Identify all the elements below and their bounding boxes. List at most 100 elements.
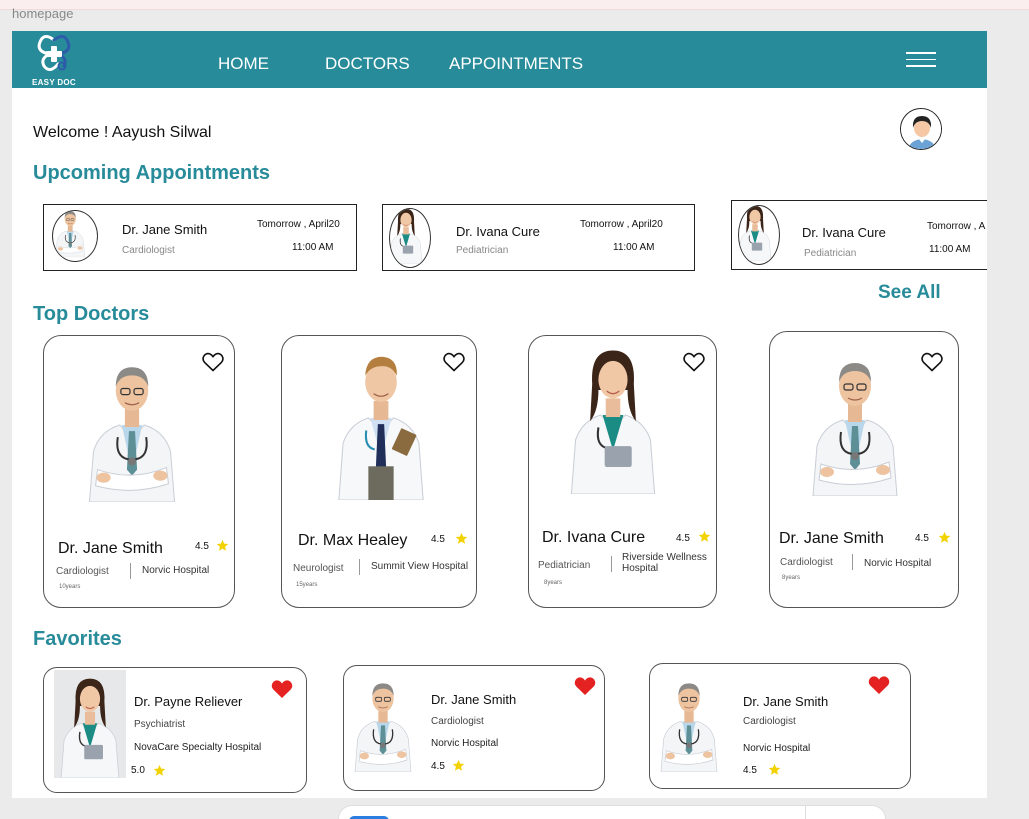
doctor-name: Dr. Max Healey (298, 532, 408, 549)
doctor-specialty: Cardiologist (780, 557, 833, 568)
user-avatar[interactable] (900, 108, 942, 150)
favorite-card[interactable]: Dr. Payne Reliever Psychiatrist NovaCare… (43, 667, 307, 793)
appointment-specialty: Pediatrician (804, 248, 857, 259)
hamburger-line (906, 52, 936, 54)
divider (805, 806, 806, 819)
appointment-card[interactable]: Dr. Ivana Cure Pediatrician Tomorrow , A… (382, 204, 695, 271)
favorites-title: Favorites (33, 628, 122, 650)
doctor-experience: 10years (59, 584, 81, 590)
doctor-card[interactable]: Dr. Ivana Cure 4.5 Pediatrician Riversid… (528, 335, 717, 608)
favorite-heart-icon[interactable] (682, 350, 706, 374)
nav-appointments[interactable]: APPOINTMENTS (449, 54, 583, 74)
favorite-specialty: Cardiologist (431, 716, 484, 727)
favorite-doctor-name: Dr. Jane Smith (431, 692, 517, 707)
favorite-heart-filled-icon[interactable] (269, 677, 295, 701)
appointments-list: Dr. Jane Smith Cardiologist Tomorrow , A… (12, 200, 987, 274)
doctor-rating: 4.5 (915, 533, 929, 544)
doctor-card[interactable]: Dr. Jane Smith 4.5 Cardiologist Norvic H… (769, 331, 959, 608)
divider (611, 556, 612, 572)
appointment-time: 11:00 AM (292, 242, 334, 253)
doctor-photo-icon (739, 206, 780, 265)
doctor-photo (561, 338, 665, 494)
hamburger-line (906, 58, 936, 60)
doctor-rating: 4.5 (431, 534, 445, 545)
favorite-rating: 5.0 (131, 765, 145, 776)
doctor-name: Dr. Jane Smith (779, 530, 884, 547)
star-icon (216, 539, 229, 552)
nav-home[interactable]: HOME (218, 54, 269, 74)
favorite-hospital: Norvic Hospital (743, 743, 811, 754)
doctor-specialty: Pediatrician (538, 560, 591, 571)
frame-label: homepage (12, 6, 74, 21)
favorite-heart-icon[interactable] (442, 350, 466, 374)
doctor-specialty: Cardiologist (56, 566, 109, 577)
favorite-rating: 4.5 (743, 765, 757, 776)
divider (130, 563, 131, 579)
favorite-hospital: Norvic Hospital (431, 738, 499, 749)
doctor-experience: 15years (296, 582, 318, 588)
easy-doc-logo-icon (37, 35, 71, 71)
browser-top-strip (0, 0, 1029, 10)
doctor-rating: 4.5 (676, 533, 690, 544)
bottom-toolbar (338, 805, 886, 819)
doctor-photo-icon (54, 670, 126, 778)
appointment-specialty: Pediatrician (456, 245, 509, 256)
top-doctors-title: Top Doctors (33, 303, 150, 325)
star-icon (938, 531, 951, 544)
doctor-experience: 8years (544, 580, 563, 586)
favorite-heart-icon[interactable] (201, 350, 225, 374)
favorite-heart-filled-icon[interactable] (572, 674, 598, 698)
doctor-photo-icon (326, 342, 436, 500)
doctor-photo (54, 670, 126, 778)
appointment-doctor-name: Dr. Jane Smith (122, 222, 208, 237)
doctor-rating: 4.5 (195, 541, 209, 552)
appointment-date: Tomorrow , April20 (257, 219, 340, 230)
logo[interactable]: EASY DOC (30, 34, 78, 87)
favorite-specialty: Cardiologist (743, 716, 796, 727)
doctor-hospital: Summit View Hospital (371, 561, 469, 572)
star-icon (768, 763, 781, 776)
divider (359, 559, 360, 575)
appointment-specialty: Cardiologist (122, 245, 175, 256)
doctor-photo-icon (653, 672, 725, 772)
doctor-card[interactable]: Dr. Max Healey 4.5 Neurologist Summit Vi… (281, 335, 477, 608)
upcoming-appointments-title: Upcoming Appointments (33, 162, 271, 184)
favorite-hospital: NovaCare Specialty Hospital (134, 742, 262, 753)
nav-doctors[interactable]: DOCTORS (325, 54, 410, 74)
top-navbar: EASY DOC HOME DOCTORS APPOINTMENTS (12, 31, 987, 88)
appointment-date: Tomorrow , April20 (580, 219, 663, 230)
doctor-hospital: Norvic Hospital (142, 565, 210, 576)
favorite-rating: 4.5 (431, 761, 445, 772)
doctor-experience: 8years (782, 575, 801, 581)
favorite-card[interactable]: Dr. Jane Smith Cardiologist Norvic Hospi… (343, 665, 605, 791)
favorite-card[interactable]: Dr. Jane Smith Cardiologist Norvic Hospi… (649, 663, 911, 789)
user-avatar-icon (901, 109, 941, 149)
appointment-card[interactable]: Dr. Jane Smith Cardiologist Tomorrow , A… (43, 204, 357, 271)
favorite-doctor-name: Dr. Payne Reliever (134, 694, 243, 709)
favorite-heart-filled-icon[interactable] (866, 673, 892, 697)
star-icon (455, 532, 468, 545)
favorite-doctor-name: Dr. Jane Smith (743, 694, 829, 709)
appointment-date: Tomorrow , A (927, 221, 986, 232)
appointment-doctor-name: Dr. Ivana Cure (802, 225, 886, 240)
appointment-time: 11:00 AM (929, 244, 971, 255)
doctor-photo-icon (53, 211, 98, 262)
doctor-hospital: Riverside Wellness Hospital (622, 552, 707, 574)
favorite-specialty: Psychiatrist (134, 719, 186, 730)
doctor-thumbnail (389, 208, 431, 268)
doctor-thumbnail (738, 205, 780, 265)
star-icon (698, 530, 711, 543)
doctor-photo-icon (77, 350, 187, 502)
favorite-heart-icon[interactable] (920, 350, 944, 374)
doctor-hospital: Norvic Hospital (864, 558, 932, 569)
doctor-photo-icon (390, 209, 431, 268)
doctor-photo-icon (347, 672, 419, 772)
hamburger-menu-icon[interactable] (906, 52, 936, 68)
star-icon (452, 759, 465, 772)
welcome-message: Welcome ! Aayush Silwal (33, 124, 212, 141)
see-all-link[interactable]: See All (878, 282, 941, 304)
logo-text: EASY DOC (31, 78, 77, 87)
doctor-specialty: Neurologist (293, 563, 344, 574)
doctor-card[interactable]: Dr. Jane Smith 4.5 Cardiologist Norvic H… (43, 335, 235, 608)
appointment-card[interactable]: Dr. Ivana Cure Pediatrician Tomorrow , A… (731, 200, 987, 270)
